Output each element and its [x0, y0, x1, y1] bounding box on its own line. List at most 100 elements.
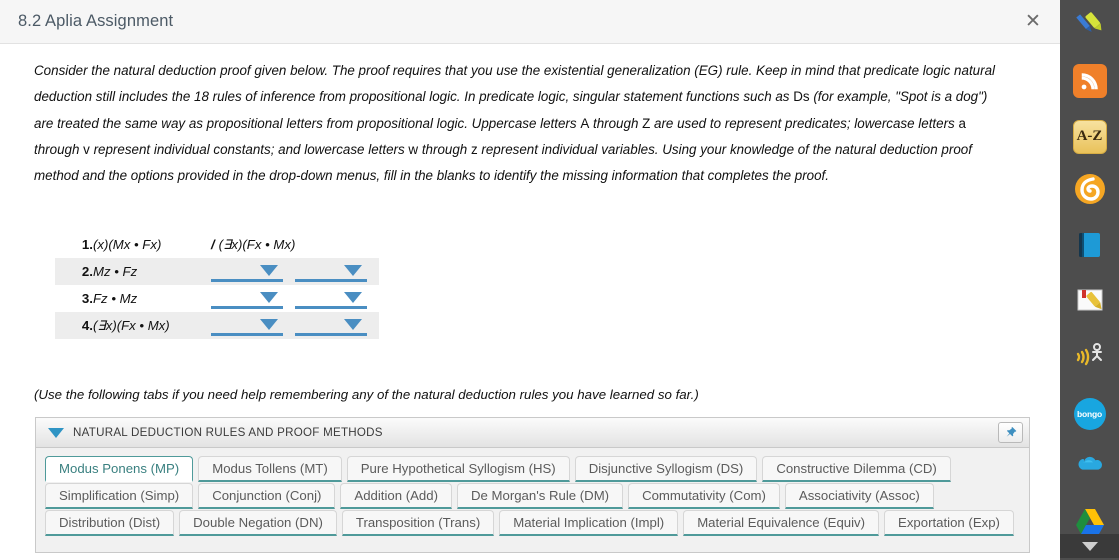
proof-statement: (∃x)(Fx • Mx) [93, 317, 170, 333]
instructions-line-4e: represent individual variables. [477, 141, 659, 157]
tab-de-morgan-s-rule-dm[interactable]: De Morgan's Rule (DM) [456, 483, 624, 510]
instructions-line-4c: represent individual constants; and lowe… [89, 141, 409, 157]
tab-simplification-simp[interactable]: Simplification (Simp) [45, 483, 194, 510]
justification-lines-dropdown[interactable] [211, 261, 283, 283]
tab-constructive-dilemma-cd[interactable]: Constructive Dilemma (CD) [762, 456, 951, 483]
onedrive-cloud-icon [1073, 454, 1107, 483]
tab-commutativity-com[interactable]: Commutativity (Com) [628, 483, 780, 510]
instructions-line-6: missing information that completes the p… [562, 168, 829, 184]
justification-lines-dropdown[interactable] [211, 315, 283, 337]
tab-pure-hypothetical-syllogism-hs[interactable]: Pure Hypothetical Syllogism (HS) [346, 456, 570, 483]
pin-icon[interactable] [998, 422, 1023, 444]
term-lower-w: w [408, 141, 419, 157]
tab-modus-tollens-mt[interactable]: Modus Tollens (MT) [198, 456, 342, 483]
bongo-label: bongo [1077, 408, 1102, 419]
sidebar-item-ebook[interactable] [1070, 228, 1110, 267]
justification-rule-dropdown[interactable] [295, 288, 367, 310]
sidebar-item-onedrive[interactable] [1070, 449, 1110, 488]
read-aloud-icon [1074, 341, 1106, 376]
tab-associativity-assoc[interactable]: Associativity (Assoc) [784, 483, 934, 510]
close-icon[interactable]: ✕ [1020, 9, 1046, 35]
justification-rule-dropdown[interactable] [295, 315, 367, 337]
instructions-line-3b: through [589, 115, 643, 131]
term-ds: Ds [793, 89, 810, 105]
instructions-line-2b: (for [809, 89, 834, 105]
instructions-line-1: Consider the natural deduction proof giv… [34, 63, 920, 78]
proof-row: 3. Fz • Mz [55, 285, 379, 312]
tab-material-implication-impl[interactable]: Material Implication (Impl) [499, 510, 679, 537]
bongo-icon: bongo [1073, 397, 1106, 430]
tab-double-negation-dn[interactable]: Double Negation (DN) [179, 510, 337, 537]
sidebar-item-dictionary[interactable]: A-Z [1070, 117, 1110, 156]
rss-feed-icon [1072, 64, 1107, 99]
instructions-line-4d: through [418, 141, 471, 157]
justification-rule-dropdown-cell [295, 312, 379, 339]
chevron-down-icon[interactable] [1060, 534, 1119, 558]
notes-highlight-icon [1074, 284, 1106, 321]
dictionary-az-label: A-Z [1076, 128, 1103, 145]
page-title: 8.2 Aplia Assignment [18, 12, 174, 30]
dropdown-underline [211, 278, 283, 282]
chevron-down-icon[interactable] [260, 264, 278, 276]
justification-lines-dropdown-cell [211, 312, 295, 339]
proof-line-number: 4. [81, 318, 93, 334]
chevron-down-icon[interactable] [260, 318, 278, 330]
main-panel: 8.2 Aplia Assignment ✕ Consider the natu… [0, 0, 1060, 560]
sidebar-item-notes[interactable] [1070, 283, 1110, 322]
tab-modus-ponens-mp[interactable]: Modus Ponens (MP) [45, 456, 194, 483]
sidebar-item-highlighter[interactable] [1070, 6, 1110, 45]
dropdown-underline [295, 278, 367, 282]
proof-row: 2. Mz • Fz [55, 258, 379, 286]
dropdown-underline [211, 332, 283, 336]
term-lower-a: a [958, 115, 966, 131]
dropdown-underline [295, 305, 367, 309]
term-lower-v: v [83, 141, 90, 157]
proof-conclusion: / (∃x)(Fx • Mx) [211, 236, 296, 252]
rules-panel-title: NATURAL DEDUCTION RULES AND PROOF METHOD… [73, 426, 383, 440]
proof-statement: Mz • Fz [93, 264, 138, 280]
proof-statement: Fz • Mz [93, 291, 138, 307]
chevron-down-icon[interactable] [344, 291, 362, 303]
assignment-content: Consider the natural deduction proof giv… [0, 44, 1060, 554]
tab-material-equivalence-equiv[interactable]: Material Equivalence (Equiv) [683, 510, 880, 537]
sidebar-item-bongo[interactable]: bongo [1070, 394, 1110, 433]
justification-lines-dropdown[interactable] [211, 288, 283, 310]
justification-rule-dropdown[interactable] [295, 261, 367, 283]
proof-table-wrapper: 1. (x)(Mx • Fx) / (∃x)(Fx • Mx) 2. Mz • Fz 3. F… [55, 231, 1032, 340]
highlighter-pen-icon [1073, 6, 1107, 45]
instructions-line-4a: represent predicates; lowercase letters [724, 115, 959, 131]
rules-panel-header[interactable]: NATURAL DEDUCTION RULES AND PROOF METHOD… [36, 418, 1029, 449]
tab-disjunctive-syllogism-ds[interactable]: Disjunctive Syllogism (DS) [574, 456, 758, 483]
proof-table: 1. (x)(Mx • Fx) / (∃x)(Fx • Mx) 2. Mz • Fz 3. F… [55, 231, 379, 340]
sidebar-item-blackboard[interactable] [1070, 172, 1110, 211]
tab-conjunction-conj[interactable]: Conjunction (Conj) [198, 483, 336, 510]
tab-distribution-dist[interactable]: Distribution (Dist) [45, 510, 175, 537]
proof-row: 1. (x)(Mx • Fx) / (∃x)(Fx • Mx) [55, 231, 379, 258]
proof-row: 4. (∃x)(Fx • Mx) [55, 312, 379, 340]
rules-tab-row: Modus Ponens (MP) Modus Tollens (MT) Pure … [45, 456, 1029, 483]
rules-tab-row: Simplification (Simp) Conjunction (Conj) A… [45, 483, 1029, 510]
chevron-down-icon[interactable] [344, 318, 362, 330]
chevron-down-icon[interactable] [344, 264, 362, 276]
dropdown-underline [295, 332, 367, 336]
justification-rule-dropdown-cell [295, 285, 379, 312]
caret-down-icon[interactable] [48, 427, 64, 438]
tab-transposition-trans[interactable]: Transposition (Trans) [341, 510, 495, 537]
instructions-paragraph: Consider the natural deduction proof giv… [34, 58, 1000, 189]
blackboard-swirl-icon [1074, 173, 1106, 210]
proof-statement: (x)(Mx • Fx) [93, 237, 162, 253]
justification-rule-dropdown-cell [295, 258, 379, 285]
proof-line-number: 3. [81, 291, 93, 307]
chevron-glyph [1081, 541, 1098, 551]
chevron-down-icon[interactable] [260, 291, 278, 303]
dictionary-az-icon: A-Z [1072, 119, 1107, 154]
justification-lines-dropdown-cell [211, 258, 295, 285]
dropdown-underline [211, 305, 283, 309]
tab-exportation-exp[interactable]: Exportation (Exp) [884, 510, 1014, 537]
rules-tab-row: Distribution (Dist) Double Negation (DN) T… [45, 510, 1029, 537]
assignment-window: 8.2 Aplia Assignment ✕ Consider the natu… [0, 0, 1119, 560]
sidebar-item-read-aloud[interactable] [1070, 338, 1110, 377]
sidebar-item-rss[interactable] [1070, 61, 1110, 100]
tab-addition-add[interactable]: Addition (Add) [340, 483, 452, 510]
tabs-hint-text: (Use the following tabs if you need help… [34, 387, 699, 403]
